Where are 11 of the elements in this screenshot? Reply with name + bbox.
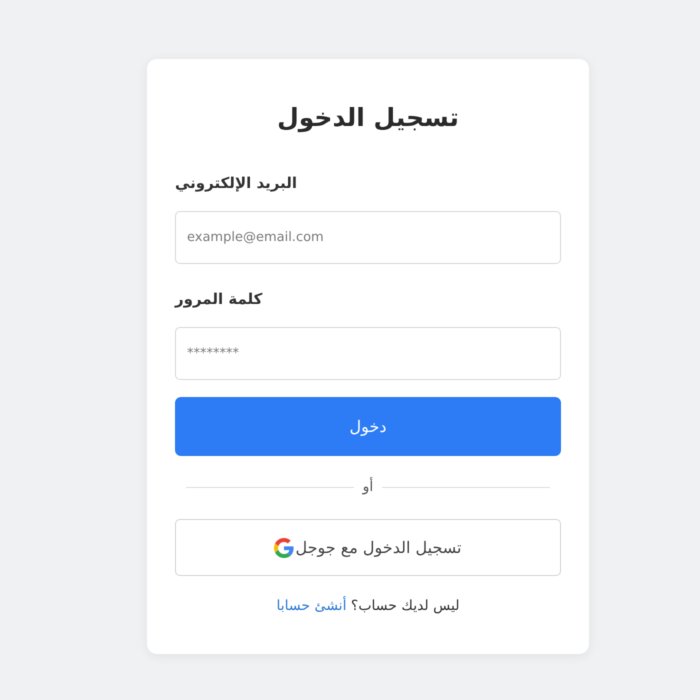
signup-prompt: ليس لديك حساب؟ أنشئ حسابا xyxy=(276,595,460,616)
divider-text: أو xyxy=(362,476,374,497)
login-button[interactable]: دخول xyxy=(175,397,561,456)
email-field[interactable]: example@email.com xyxy=(175,211,561,264)
page-title: تسجيل الدخول xyxy=(276,102,460,134)
g-logo-icon xyxy=(274,538,294,558)
field-label: كلمة المرور xyxy=(175,289,262,310)
field-label: البريد الإلكتروني xyxy=(175,173,297,194)
create-account-link[interactable]: أنشئ حسابا xyxy=(276,598,346,614)
password-field[interactable]: ******** xyxy=(175,327,561,380)
google-login-button[interactable]: تسجيل الدخول مع جوجل xyxy=(175,519,561,576)
